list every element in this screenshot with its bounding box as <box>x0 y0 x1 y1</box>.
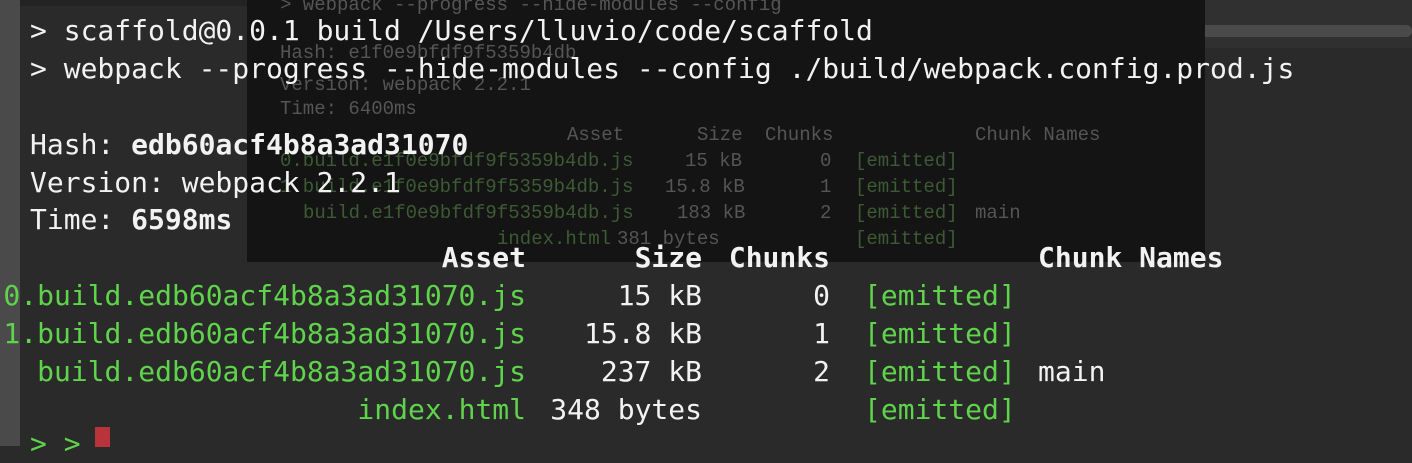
command-line-1: > scaffold@0.0.1 build /Users/lluvio/cod… <box>30 14 873 47</box>
version-line: Version: webpack 2.2.1 <box>30 166 401 199</box>
asset-file: 1.build.edb60acf4b8a3ad31070.js <box>3 317 526 350</box>
asset-status: [emitted] <box>864 317 1016 350</box>
time-line: Time: 6598ms <box>30 201 232 239</box>
asset-status: [emitted] <box>864 393 1016 426</box>
text-cursor[interactable] <box>95 427 110 447</box>
shell-prompt: > > <box>30 427 81 460</box>
hash-value: edb60acf4b8a3ad31070 <box>131 128 469 161</box>
header-chunk-names: Chunk Names <box>1038 241 1224 274</box>
asset-size: 15.8 kB <box>583 317 702 350</box>
asset-chunk: 0 <box>813 279 830 312</box>
asset-status: [emitted] <box>864 279 1016 312</box>
time-value: 6598ms <box>131 203 233 236</box>
asset-chunk: 1 <box>813 317 830 350</box>
header-chunks: Chunks <box>728 241 830 274</box>
header-size: Size <box>634 241 702 274</box>
asset-size: 15 kB <box>617 279 702 312</box>
asset-file: build.edb60acf4b8a3ad31070.js <box>37 355 526 388</box>
terminal-output[interactable]: > scaffold@0.0.1 build /Users/lluvio/cod… <box>0 0 1412 460</box>
asset-chunk-name: main <box>1038 355 1106 388</box>
asset-chunk: 2 <box>813 355 830 388</box>
header-asset: Asset <box>441 241 526 274</box>
asset-file: index.html <box>357 393 526 426</box>
asset-size: 237 kB <box>600 355 702 388</box>
command-line-2: > webpack --progress --hide-modules --co… <box>30 52 1295 85</box>
hash-label: Hash: <box>30 128 132 161</box>
asset-status: [emitted] <box>864 355 1016 388</box>
time-label: Time: <box>30 203 132 236</box>
asset-size: 348 bytes <box>550 393 702 426</box>
hash-line: Hash: edb60acf4b8a3ad31070 <box>30 126 468 164</box>
asset-file: 0.build.edb60acf4b8a3ad31070.js <box>3 279 526 312</box>
